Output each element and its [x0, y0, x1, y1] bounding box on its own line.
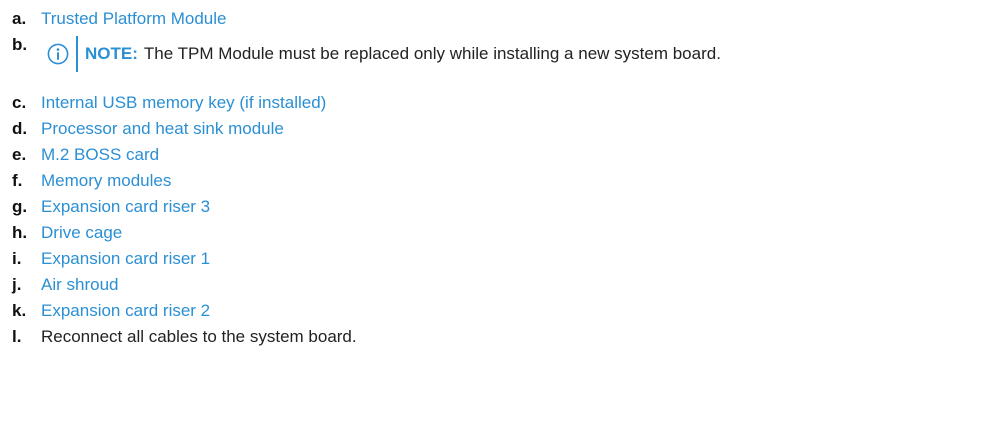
- link-trusted-platform-module[interactable]: Trusted Platform Module: [41, 6, 227, 32]
- link-memory-modules[interactable]: Memory modules: [41, 168, 171, 194]
- step-i: i. Expansion card riser 1: [0, 246, 1003, 272]
- step-j: j. Air shroud: [0, 272, 1003, 298]
- step-marker: l.: [12, 327, 22, 346]
- link-expansion-card-riser-2[interactable]: Expansion card riser 2: [41, 298, 210, 324]
- step-marker: f.: [12, 171, 23, 190]
- link-expansion-card-riser-3[interactable]: Expansion card riser 3: [41, 194, 210, 220]
- step-f: f. Memory modules: [0, 168, 1003, 194]
- step-marker: i.: [12, 249, 22, 268]
- step-marker: g.: [12, 197, 28, 216]
- link-processor-heat-sink-module[interactable]: Processor and heat sink module: [41, 116, 284, 142]
- step-marker: c.: [12, 93, 27, 112]
- step-g: g. Expansion card riser 3: [0, 194, 1003, 220]
- link-drive-cage[interactable]: Drive cage: [41, 220, 122, 246]
- step-b: b. NOTE: The TPM Module must be replaced…: [0, 32, 1003, 90]
- step-d: d. Processor and heat sink module: [0, 116, 1003, 142]
- note-text: The TPM Module must be replaced only whi…: [143, 44, 721, 63]
- step-l: l. Reconnect all cables to the system bo…: [0, 324, 1003, 350]
- link-expansion-card-riser-1[interactable]: Expansion card riser 1: [41, 246, 210, 272]
- note-label: NOTE:: [85, 44, 138, 63]
- step-k: k. Expansion card riser 2: [0, 298, 1003, 324]
- step-e: e. M.2 BOSS card: [0, 142, 1003, 168]
- step-marker: e.: [12, 145, 27, 164]
- step-marker: h.: [12, 223, 28, 242]
- link-internal-usb-memory-key[interactable]: Internal USB memory key (if installed): [41, 90, 326, 116]
- step-h: h. Drive cage: [0, 220, 1003, 246]
- step-a: a. Trusted Platform Module: [0, 6, 1003, 32]
- note-divider: [76, 36, 78, 72]
- info-icon: [47, 43, 69, 65]
- step-marker: j.: [12, 275, 22, 294]
- procedure-step-list: a. Trusted Platform Module b. NOTE: The …: [0, 0, 1003, 350]
- step-marker: k.: [12, 301, 27, 320]
- step-marker: b.: [12, 35, 28, 54]
- step-c: c. Internal USB memory key (if installed…: [0, 90, 1003, 116]
- note-block: NOTE: The TPM Module must be replaced on…: [47, 34, 721, 74]
- link-m2-boss-card[interactable]: M.2 BOSS card: [41, 142, 159, 168]
- step-marker: a.: [12, 9, 27, 28]
- step-marker: d.: [12, 119, 28, 138]
- step-text: Reconnect all cables to the system board…: [41, 327, 357, 346]
- link-air-shroud[interactable]: Air shroud: [41, 272, 118, 298]
